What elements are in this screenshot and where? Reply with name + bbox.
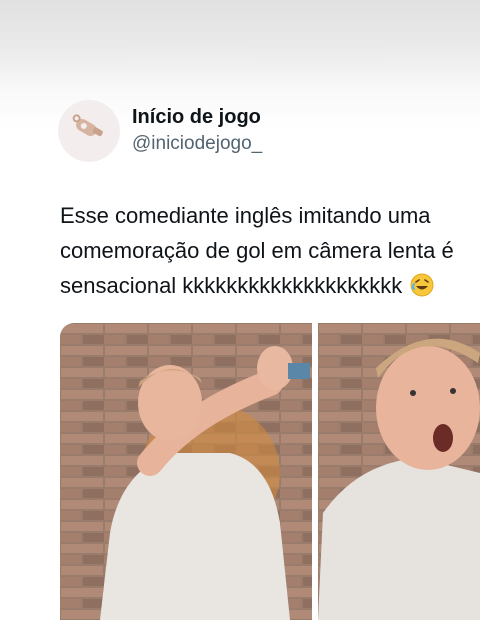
- photo-left[interactable]: [60, 323, 312, 620]
- avatar[interactable]: [58, 100, 120, 162]
- media-gallery[interactable]: [60, 323, 480, 620]
- display-name[interactable]: Início de jogo: [132, 105, 262, 129]
- tweet-text-line: sensacional kkkkkkkkkkkkkkkkkkkk: [60, 273, 403, 298]
- rolling-laughing-emoji-icon: [410, 272, 434, 297]
- name-block: Início de jogo @iniciodejogo_: [132, 105, 262, 157]
- photo-right[interactable]: [318, 323, 480, 620]
- tweet-text-line-last: sensacional kkkkkkkkkkkkkkkkkkkk: [60, 268, 480, 303]
- handle[interactable]: @iniciodejogo_: [132, 131, 262, 157]
- tweet-text-line: comemoração de gol em câmera lenta é: [60, 238, 454, 263]
- tweet-text-line: Esse comediante inglês imitando uma: [60, 203, 431, 228]
- top-gradient: [0, 0, 480, 90]
- tweet-header: Início de jogo @iniciodejogo_: [58, 100, 262, 162]
- tweet-text: Esse comediante inglês imitando uma come…: [60, 198, 480, 303]
- whistle-icon: [69, 113, 109, 149]
